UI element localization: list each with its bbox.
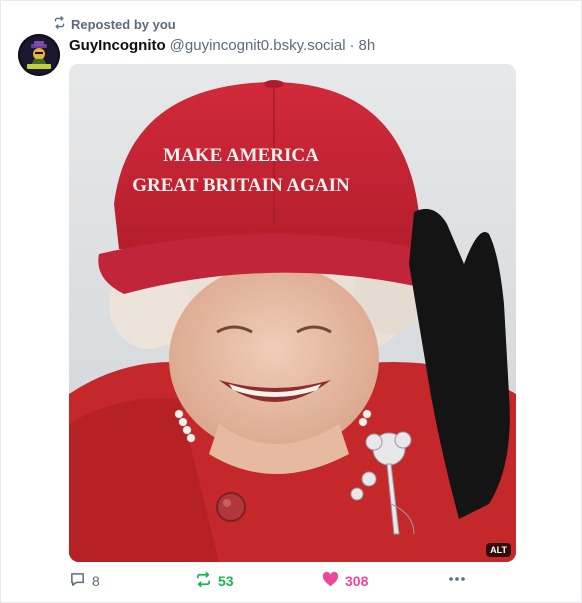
repost-icon — [53, 16, 66, 32]
repost-icon — [195, 571, 212, 591]
heart-icon — [322, 571, 339, 591]
reposted-by-indicator[interactable]: Reposted by you — [53, 15, 176, 33]
author-name[interactable]: GuyIncognito — [69, 37, 166, 54]
reply-button[interactable]: 8 — [69, 571, 100, 591]
post-actions: 8 53 308 — [69, 571, 469, 591]
reply-count: 8 — [92, 573, 100, 589]
post-timestamp[interactable]: 8h — [359, 37, 376, 54]
post-header: GuyIncognito @guyincognit0.bsky.social ·… — [69, 35, 375, 55]
repost-count: 53 — [218, 573, 234, 589]
post-image[interactable]: MAKE AMERICA GREAT BRITAIN AGAIN ALT — [69, 64, 516, 562]
more-options-button[interactable] — [447, 571, 467, 590]
like-button[interactable]: 308 — [322, 571, 368, 591]
reply-icon — [69, 571, 86, 591]
post-card[interactable]: Reposted by you GuyIncognito @guyincogni… — [0, 0, 582, 603]
hat-text-line1: MAKE AMERICA — [163, 145, 319, 166]
like-count: 308 — [345, 573, 369, 589]
avatar[interactable] — [18, 34, 60, 76]
reposted-by-label: Reposted by you — [71, 16, 176, 32]
separator-dot: · — [349, 36, 355, 54]
more-icon — [447, 571, 467, 590]
author-handle[interactable]: @guyincognit0.bsky.social — [170, 37, 346, 54]
hat-text-line2: GREAT BRITAIN AGAIN — [132, 175, 350, 196]
repost-button[interactable]: 53 — [195, 571, 234, 591]
alt-text-badge[interactable]: ALT — [486, 543, 511, 557]
